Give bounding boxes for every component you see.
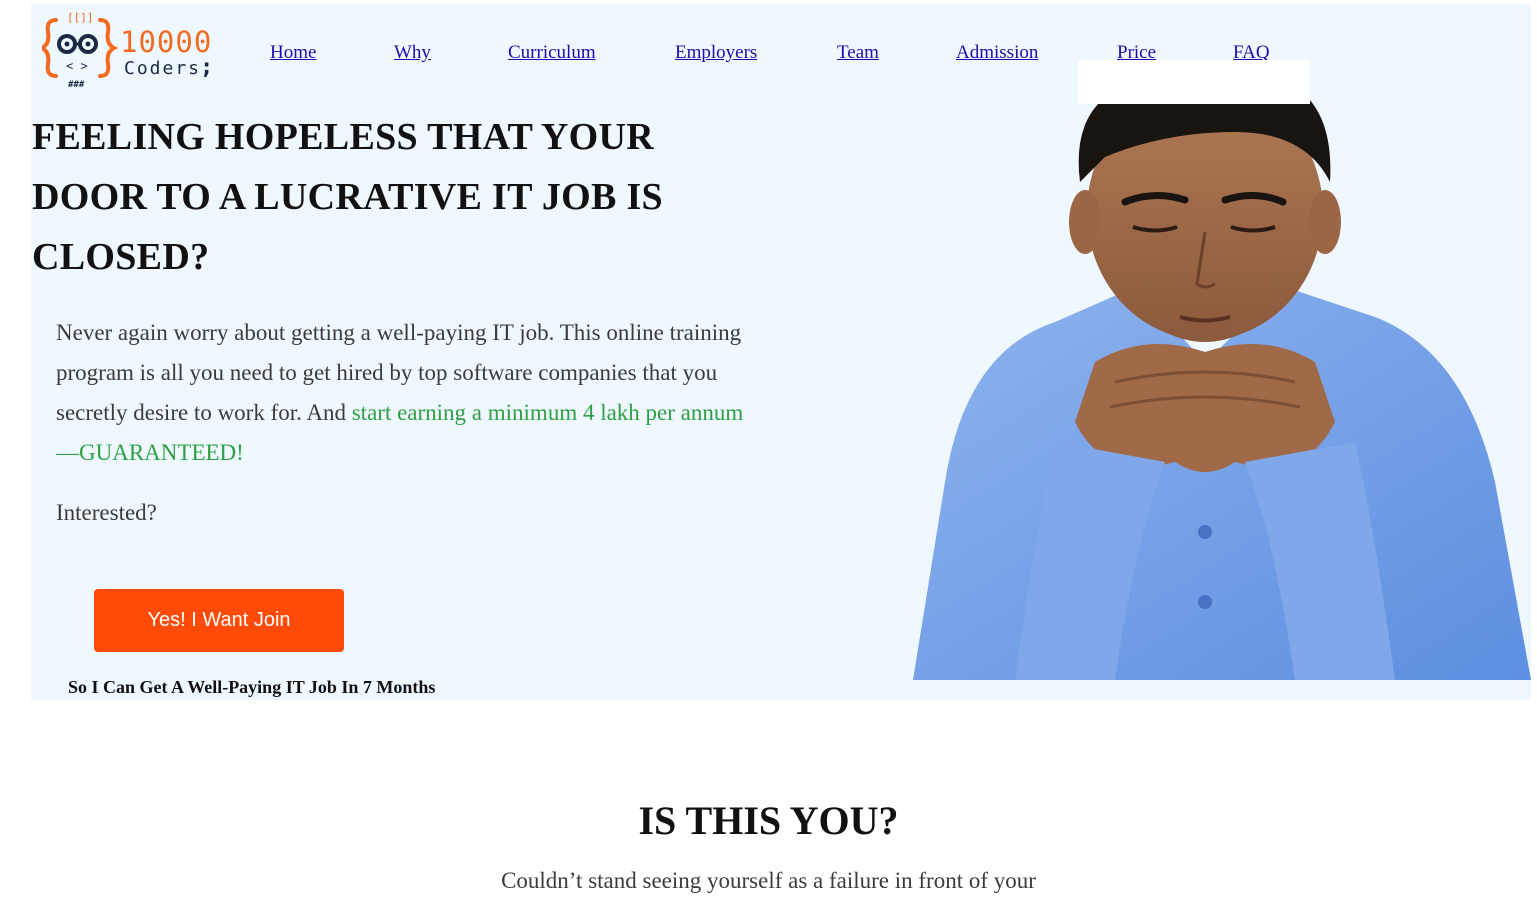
nav-link-admission[interactable]: Admission bbox=[956, 42, 1038, 64]
nav-link-why[interactable]: Why bbox=[394, 42, 431, 64]
section-title: IS THIS YOU? bbox=[638, 798, 899, 843]
cta-subtext: So I Can Get A Well-Paying IT Job In 7 M… bbox=[68, 677, 436, 697]
brand-logo[interactable]: [[]] < > ### 10000 Coders ; bbox=[42, 10, 222, 90]
section-text: Couldn’t stand seeing yourself as a fail… bbox=[501, 868, 1036, 893]
hero-question: Interested? bbox=[56, 500, 157, 525]
left-brace-icon bbox=[42, 18, 58, 78]
nav-link-team[interactable]: Team bbox=[837, 42, 879, 64]
logo-text: Coders bbox=[124, 58, 201, 79]
nav-link-home[interactable]: Home bbox=[270, 42, 316, 64]
logo-number: 10000 bbox=[120, 25, 212, 59]
logo-brackets-bottom: < > bbox=[66, 59, 88, 73]
hero-headline: FEELING HOPELESS THAT YOUR DOOR TO A LUC… bbox=[32, 116, 663, 278]
nav-link-curriculum[interactable]: Curriculum bbox=[508, 42, 596, 64]
logo-brackets-top: [[]] bbox=[67, 11, 94, 24]
nav-background-patch bbox=[1078, 60, 1310, 104]
hero-image bbox=[913, 65, 1531, 680]
logo-semicolon: ; bbox=[200, 55, 213, 80]
shirt-shape bbox=[913, 287, 1531, 680]
nav-link-employers[interactable]: Employers bbox=[675, 42, 757, 64]
right-brace-icon bbox=[98, 18, 119, 78]
logo-hash: ### bbox=[68, 80, 85, 90]
join-button[interactable]: Yes! I Want Join bbox=[94, 589, 344, 652]
hero-intro: Never again worry about getting a well-p… bbox=[56, 313, 746, 473]
